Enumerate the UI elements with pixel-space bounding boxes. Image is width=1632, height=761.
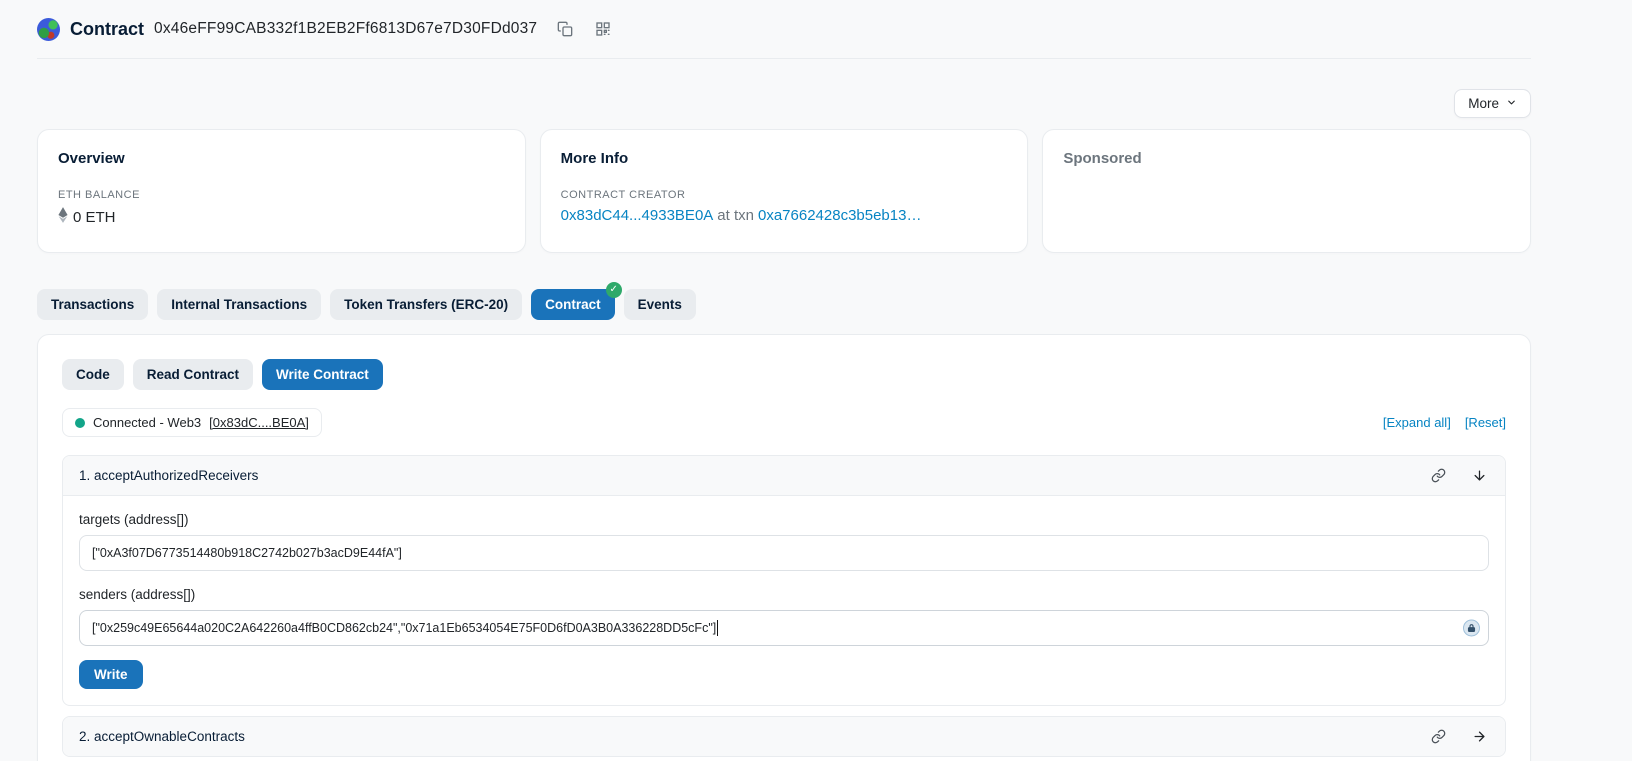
- senders-field-label: senders (address[]): [79, 587, 1489, 602]
- method-1-permalink-button[interactable]: [1429, 466, 1448, 485]
- creation-txn-link[interactable]: 0xa7662428c3b5eb13…: [758, 207, 921, 224]
- more-button-label: More: [1468, 96, 1499, 111]
- senders-input-value: ["0x259c49E65644a020C2A642260a4ffB0CD862…: [92, 621, 716, 635]
- targets-field-label: targets (address[]): [79, 512, 1489, 527]
- connected-dot-icon: [75, 418, 85, 428]
- contract-page: Contract 0x46eFF99CAB332f1B2EB2Ff6813D67…: [37, 0, 1531, 761]
- sponsored-card: Sponsored: [1042, 129, 1531, 253]
- toolbar-row: More: [37, 89, 1531, 118]
- eth-balance-value: 0 ETH: [58, 207, 505, 227]
- tab-contract[interactable]: Contract ✓: [531, 289, 615, 320]
- eth-balance-label: ETH BALANCE: [58, 189, 505, 201]
- method-1-collapse-button[interactable]: [1470, 466, 1489, 485]
- senders-input[interactable]: ["0x259c49E65644a020C2A642260a4ffB0CD862…: [79, 610, 1489, 646]
- qr-code-icon: [595, 21, 611, 37]
- text-caret: [717, 620, 718, 636]
- sponsored-title: Sponsored: [1063, 150, 1510, 167]
- write-method-2-title: 2. acceptOwnableContracts: [79, 729, 245, 744]
- panel-actions: [Expand all] [Reset]: [1383, 415, 1506, 430]
- tab-internal-transactions[interactable]: Internal Transactions: [157, 289, 321, 320]
- connected-status-text: Connected - Web3: [93, 415, 201, 430]
- write-method-1: 1. acceptAuthorizedReceivers targe: [62, 455, 1506, 706]
- contract-avatar: [37, 18, 60, 41]
- info-cards: Overview ETH BALANCE 0 ETH More Info CON…: [37, 129, 1531, 253]
- eth-diamond-icon: [58, 207, 68, 227]
- copy-icon: [557, 21, 573, 37]
- main-tabs: Transactions Internal Transactions Token…: [37, 289, 1531, 320]
- arrow-down-icon: [1472, 468, 1487, 483]
- more-info-card: More Info CONTRACT CREATOR 0x83dC44...49…: [540, 129, 1029, 253]
- overview-card: Overview ETH BALANCE 0 ETH: [37, 129, 526, 253]
- more-dropdown-button[interactable]: More: [1454, 89, 1531, 118]
- connect-row: Connected - Web3 [0x83dC....BE0A] [Expan…: [62, 408, 1506, 437]
- overview-title: Overview: [58, 150, 505, 167]
- eth-balance-text: 0 ETH: [73, 209, 116, 226]
- contract-address: 0x46eFF99CAB332f1B2EB2Ff6813D67e7D30FDd0…: [154, 20, 537, 38]
- write-button[interactable]: Write: [79, 660, 143, 689]
- arrow-right-icon: [1472, 729, 1487, 744]
- contract-creator-label: CONTRACT CREATOR: [561, 189, 1008, 201]
- write-method-2: 2. acceptOwnableContracts: [62, 716, 1506, 757]
- verified-check-icon: ✓: [606, 282, 622, 298]
- subtab-read-contract[interactable]: Read Contract: [133, 359, 253, 390]
- targets-input-value: ["0xA3f07D6773514480b918C2742b027b3acD9E…: [92, 546, 402, 560]
- link-icon: [1431, 729, 1446, 744]
- targets-input[interactable]: ["0xA3f07D6773514480b918C2742b027b3acD9E…: [79, 535, 1489, 571]
- method-2-expand-button[interactable]: [1470, 727, 1489, 746]
- tab-events[interactable]: Events: [624, 289, 696, 320]
- password-manager-lock-icon[interactable]: [1463, 620, 1480, 637]
- reset-link[interactable]: [Reset]: [1465, 415, 1506, 430]
- link-icon: [1431, 468, 1446, 483]
- method-2-permalink-button[interactable]: [1429, 727, 1448, 746]
- write-method-1-title: 1. acceptAuthorizedReceivers: [79, 468, 258, 483]
- subtab-write-contract[interactable]: Write Contract: [262, 359, 383, 390]
- contract-subtabs: Code Read Contract Write Contract: [62, 359, 1506, 390]
- chevron-down-icon: [1506, 96, 1517, 111]
- tab-contract-label: Contract: [545, 297, 601, 312]
- contract-panel: Code Read Contract Write Contract Connec…: [37, 334, 1531, 761]
- wallet-status-pill: Connected - Web3 [0x83dC....BE0A]: [62, 408, 322, 437]
- qr-code-button[interactable]: [593, 19, 613, 39]
- copy-address-button[interactable]: [555, 19, 575, 39]
- write-method-1-body: targets (address[]) ["0xA3f07D6773514480…: [63, 495, 1505, 705]
- expand-all-link[interactable]: [Expand all]: [1383, 415, 1451, 430]
- at-txn-text: at txn: [717, 207, 754, 224]
- subtab-code[interactable]: Code: [62, 359, 124, 390]
- tab-transactions[interactable]: Transactions: [37, 289, 148, 320]
- page-header: Contract 0x46eFF99CAB332f1B2EB2Ff6813D67…: [37, 0, 1531, 59]
- creator-address-link[interactable]: 0x83dC44...4933BE0A: [561, 207, 714, 224]
- write-method-2-header[interactable]: 2. acceptOwnableContracts: [63, 717, 1505, 756]
- tab-token-transfers[interactable]: Token Transfers (ERC-20): [330, 289, 522, 320]
- connected-wallet-link[interactable]: [0x83dC....BE0A]: [209, 415, 309, 430]
- contract-creator-value: 0x83dC44...4933BE0A at txn 0xa7662428c3b…: [561, 207, 1008, 224]
- write-method-1-header[interactable]: 1. acceptAuthorizedReceivers: [63, 456, 1505, 495]
- more-info-title: More Info: [561, 150, 1008, 167]
- page-title: Contract: [70, 19, 144, 40]
